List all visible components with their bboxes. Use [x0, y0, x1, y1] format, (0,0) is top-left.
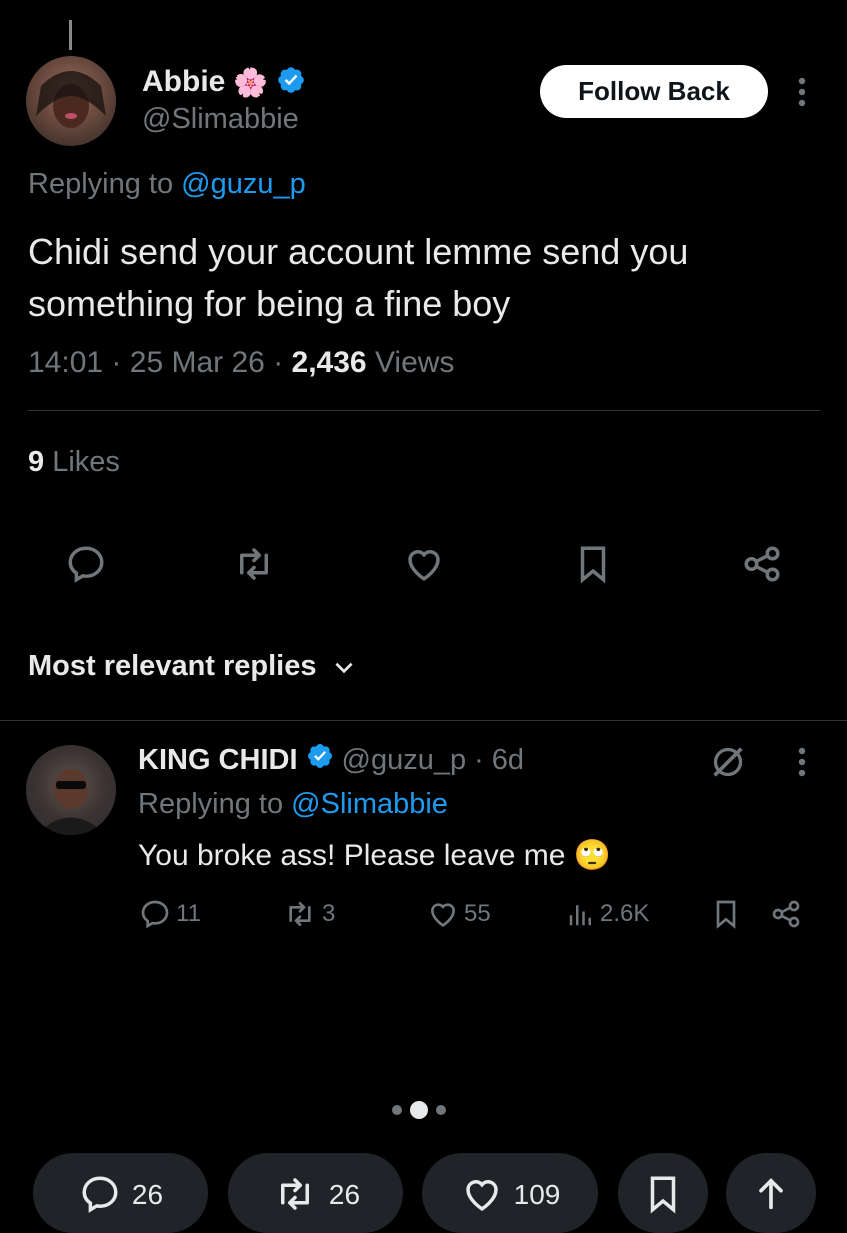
reply-share-icon[interactable] [770, 898, 802, 930]
bottom-comment-count: 26 [131, 1179, 164, 1210]
bottom-bookmark-button[interactable] [618, 1153, 708, 1233]
like-icon [460, 1173, 504, 1215]
like-icon[interactable] [402, 543, 446, 585]
bottom-share-button[interactable] [726, 1153, 816, 1233]
reply-icon[interactable] [64, 543, 108, 585]
carousel-dot[interactable] [392, 1105, 402, 1115]
reply-replying-to-handle[interactable]: @Slimabbie [291, 788, 448, 820]
chevron-down-icon [331, 654, 357, 680]
reply-bookmark-icon[interactable] [712, 898, 740, 930]
reply-views-action[interactable]: 2.6K [566, 898, 649, 930]
bottom-like-count: 109 [513, 1179, 561, 1210]
reply-replying-to: Replying to @Slimabbie [138, 788, 448, 821]
reply-comment-action[interactable]: 11 [138, 898, 201, 930]
replies-sort-dropdown[interactable]: Most relevant replies [28, 650, 357, 683]
author-handle[interactable]: @Slimabbie [142, 103, 299, 136]
reply-comment-count: 11 [176, 900, 201, 927]
reply-icon [138, 898, 172, 930]
tweet-text: Chidi send your account lemme send you s… [28, 226, 688, 330]
share-icon[interactable] [740, 543, 784, 585]
replies-sort-label: Most relevant replies [28, 650, 317, 682]
bookmark-icon [644, 1173, 682, 1233]
reply-repost-action[interactable]: 3 [282, 898, 335, 930]
carousel-dot-active[interactable] [410, 1101, 428, 1119]
follow-back-label: Follow Back [578, 76, 730, 106]
repost-icon [271, 1173, 319, 1215]
tweet-time[interactable]: 14:01 [28, 346, 103, 379]
tweet-meta: 14:01 · 25 Mar 26 · 2,436 Views [28, 346, 454, 380]
reply-emoji: 🙄 [573, 839, 612, 872]
divider [0, 720, 847, 721]
reply-icon [78, 1173, 122, 1215]
reply-age[interactable]: 6d [492, 744, 524, 777]
tweet-date[interactable]: 25 Mar 26 [130, 346, 265, 379]
reply-like-count: 55 [464, 900, 491, 927]
replying-to-handle[interactable]: @guzu_p [181, 168, 306, 200]
bottom-repost-button[interactable]: 26 [228, 1153, 403, 1233]
likes-summary[interactable]: 9 Likes [28, 446, 120, 479]
carousel-indicator [392, 1101, 446, 1119]
bottom-like-button[interactable]: 109 [422, 1153, 598, 1233]
reply-replying-to-prefix: Replying to [138, 788, 284, 820]
like-icon [426, 898, 460, 930]
more-options-icon[interactable] [790, 74, 814, 110]
replying-to-prefix: Replying to [28, 168, 174, 200]
reply-repost-count: 3 [322, 900, 336, 927]
reply-text: You broke ass! Please leave me 🙄 [138, 838, 611, 873]
bookmark-icon[interactable] [574, 543, 612, 585]
reply-more-options-icon[interactable] [790, 744, 814, 780]
views-bar-chart-icon [566, 898, 596, 930]
likes-count: 9 [28, 446, 45, 478]
verified-badge-icon [276, 65, 306, 100]
reply-author-name[interactable]: KING CHIDI [138, 744, 298, 777]
author-emoji: 🌸 [233, 66, 269, 98]
author-name[interactable]: Abbie [142, 65, 225, 99]
tweet-text-line-1: Chidi send your account lemme send you [28, 231, 689, 272]
author-avatar[interactable] [26, 56, 116, 146]
repost-icon[interactable] [230, 543, 278, 585]
reply-views-count: 2.6K [600, 900, 650, 927]
reply-author-avatar[interactable] [26, 745, 116, 835]
grok-icon[interactable] [708, 742, 748, 782]
reply-like-action[interactable]: 55 [426, 898, 491, 930]
tweet-text-line-2: something for being a fine boy [28, 283, 511, 324]
meta-separator: · [273, 346, 284, 379]
follow-back-button[interactable]: Follow Back [540, 65, 768, 118]
verified-badge-icon [306, 742, 334, 778]
views-count: 2,436 [291, 346, 367, 379]
likes-label: Likes [52, 446, 120, 478]
carousel-dot[interactable] [436, 1105, 446, 1115]
divider [28, 410, 820, 411]
views-label: Views [374, 346, 455, 379]
meta-separator: · [111, 346, 122, 379]
scroll-indicator [69, 20, 72, 50]
share-upload-icon [751, 1173, 791, 1233]
repost-icon [282, 898, 318, 930]
reply-author-handle[interactable]: @guzu_p [342, 744, 467, 777]
reply-text-body: You broke ass! Please leave me [138, 839, 566, 872]
replying-to: Replying to @guzu_p [28, 168, 306, 201]
bottom-repost-count: 26 [328, 1179, 361, 1210]
bottom-comment-button[interactable]: 26 [33, 1153, 208, 1233]
meta-separator: · [474, 743, 484, 776]
